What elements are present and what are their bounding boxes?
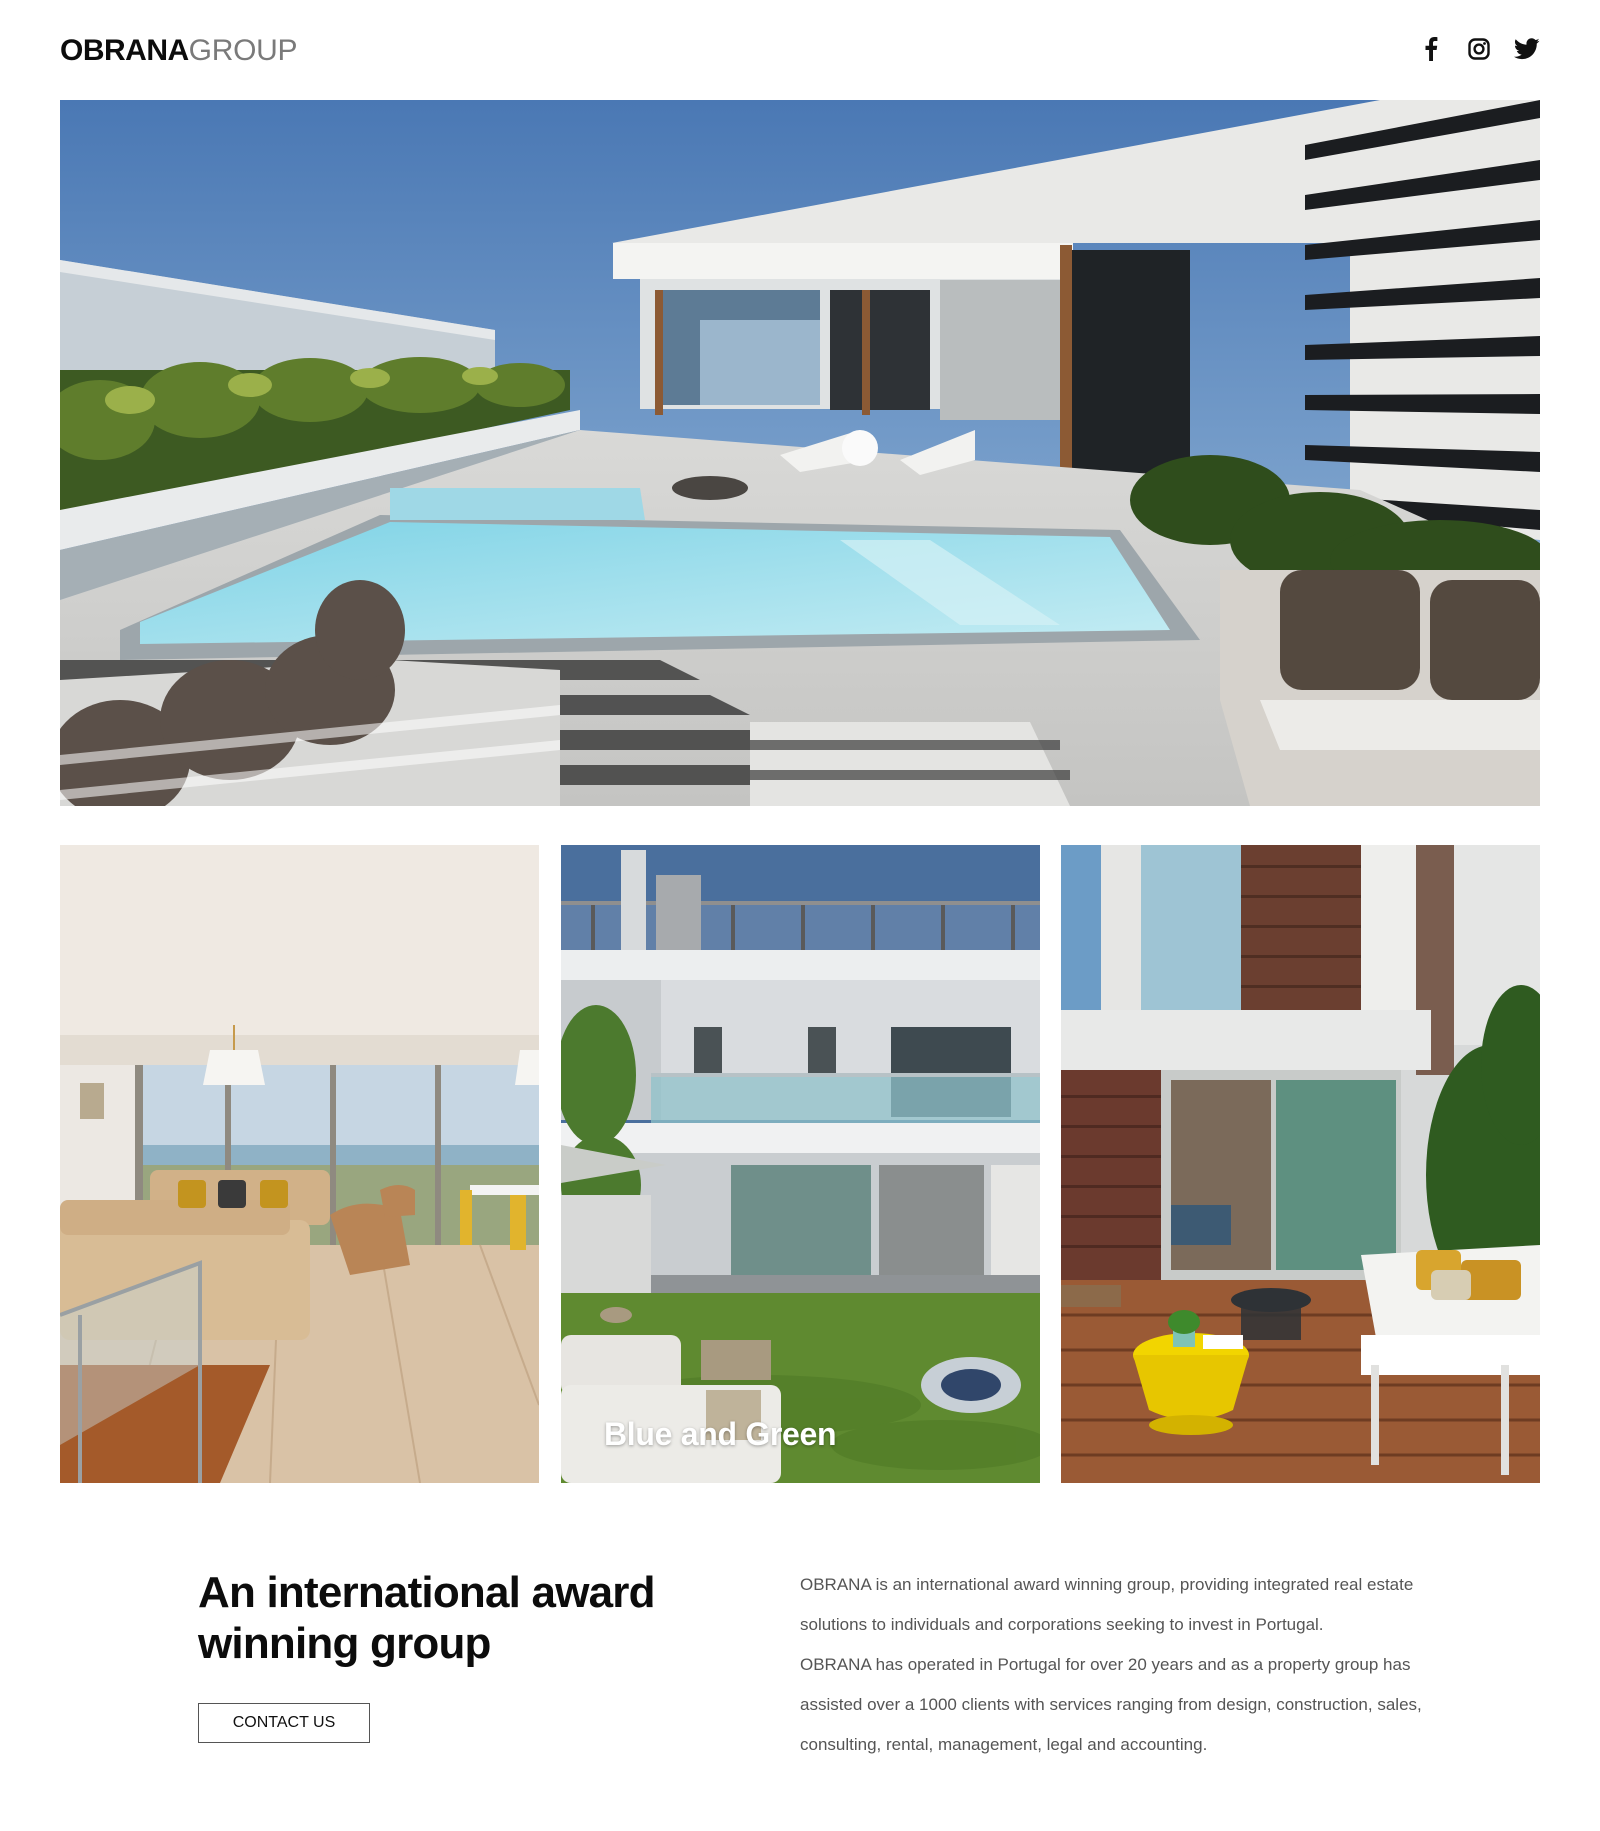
contact-us-button[interactable]: CONTACT US bbox=[198, 1703, 370, 1743]
social-links bbox=[1418, 36, 1540, 62]
about-description: OBRANA is an international award winning… bbox=[800, 1565, 1460, 1765]
about-paragraph-1: OBRANA is an international award winning… bbox=[800, 1575, 1414, 1634]
brand-name-bold: OBRANA bbox=[60, 34, 189, 67]
hero-image bbox=[60, 100, 1540, 806]
twitter-icon[interactable] bbox=[1514, 36, 1540, 62]
brand-logo[interactable]: OBRANAGROUP bbox=[60, 34, 297, 68]
about-title: An international award winning group bbox=[198, 1568, 656, 1668]
about-paragraph-2: OBRANA has operated in Portugal for over… bbox=[800, 1655, 1422, 1754]
gallery-tile-living-room[interactable] bbox=[60, 845, 539, 1483]
facebook-icon[interactable] bbox=[1418, 36, 1444, 62]
gallery-tile-caption: Blue and Green bbox=[604, 1416, 837, 1452]
instagram-icon[interactable] bbox=[1466, 36, 1492, 62]
gallery-tile-house-garden[interactable]: Blue and Green bbox=[561, 845, 1040, 1483]
brand-name-light: GROUP bbox=[188, 34, 298, 67]
site-header: OBRANAGROUP bbox=[60, 30, 1540, 74]
gallery-tile-terrace[interactable] bbox=[1061, 845, 1540, 1483]
